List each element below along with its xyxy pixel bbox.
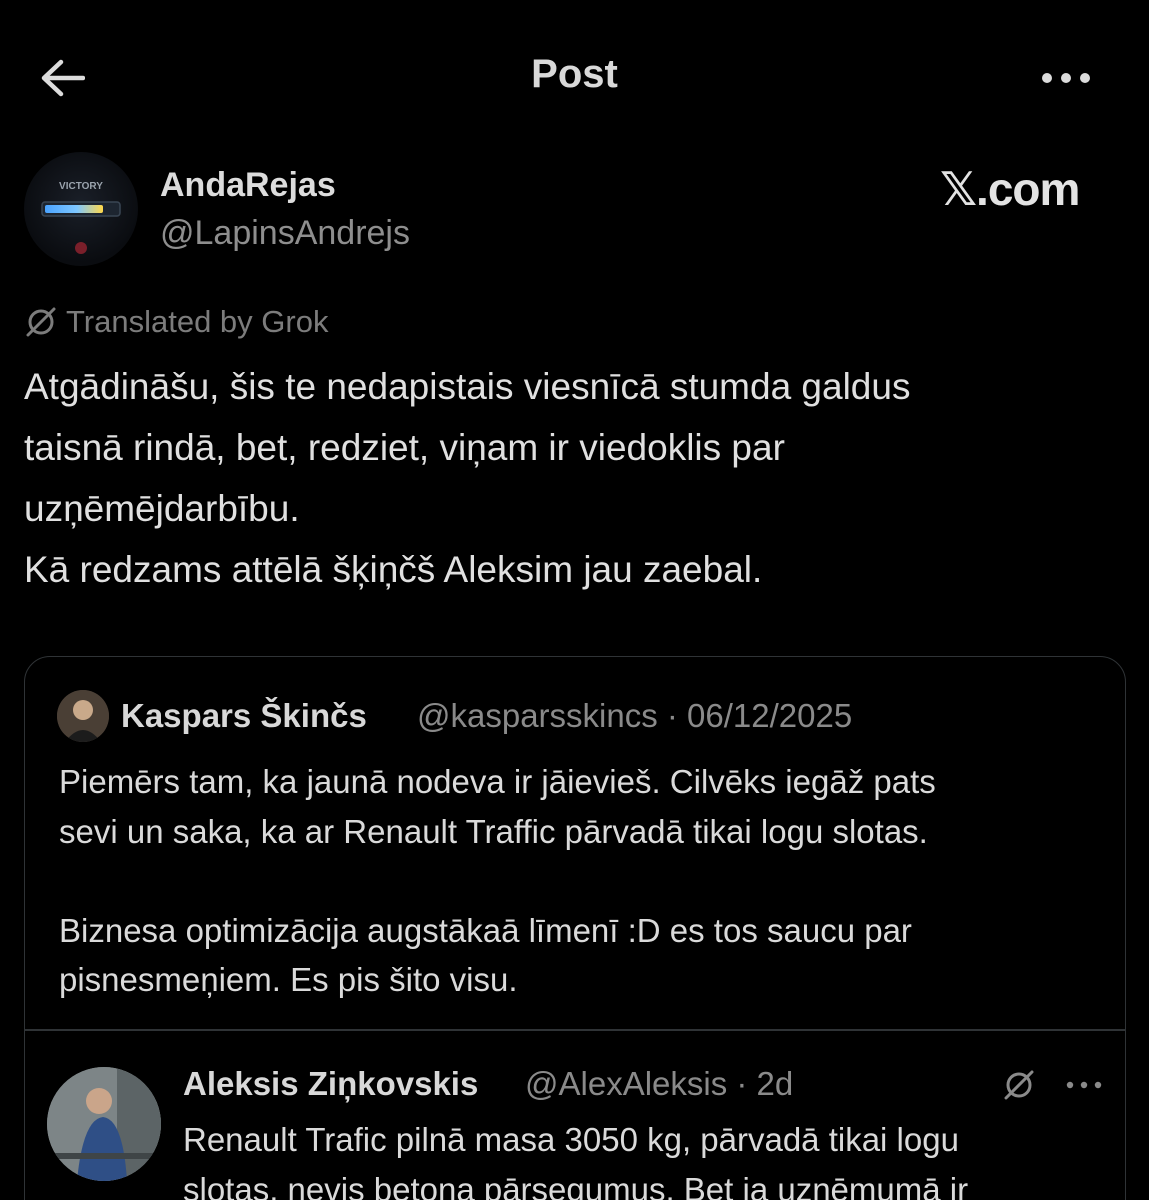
top-bar: Post — [0, 0, 1149, 150]
grok-icon — [26, 307, 56, 337]
nested-line: Renault Trafic pilnā masa 3050 kg, pārva… — [183, 1121, 959, 1158]
post-line: Kā redzams attēlā šķiņčš Aleksim jau zae… — [24, 549, 763, 590]
post-line: uzņēmējdarbību. — [24, 488, 300, 529]
quote-handle-date: @kasparsskincs · 06/12/2025 — [417, 697, 853, 734]
quote-line: Piemērs tam, ka jaunā nodeva ir jāievieš… — [59, 763, 936, 800]
more-options-button[interactable] — [1036, 52, 1096, 104]
author-display-name[interactable]: AndaRejas — [160, 166, 336, 205]
quote-avatar[interactable] — [57, 690, 109, 742]
nested-display-name[interactable]: Aleksis Ziņkovskis — [183, 1065, 478, 1103]
post-line: Atgādināšu, šis te nedapistais viesnīcā … — [24, 366, 911, 407]
quote-line — [59, 856, 1109, 906]
page-title: Post — [531, 52, 618, 96]
nested-text: Renault Trafic pilnā masa 3050 kg, pārva… — [183, 1115, 1113, 1200]
divider — [25, 1029, 1125, 1031]
quoted-post[interactable]: Kaspars Škinčs @kasparsskincs · 06/12/20… — [24, 656, 1126, 1200]
svg-text:VICTORY: VICTORY — [59, 181, 103, 192]
post-line: taisnā rindā, bet, redziet, viņam ir vie… — [24, 427, 785, 468]
nested-avatar[interactable] — [47, 1067, 161, 1181]
nested-more-button[interactable] — [1059, 1065, 1109, 1105]
more-horizontal-icon — [1042, 73, 1090, 83]
quote-display-name[interactable]: Kaspars Škinčs — [121, 697, 367, 735]
quote-line: sevi un saka, ka ar Renault Traffic pārv… — [59, 812, 928, 850]
avatar[interactable]: VICTORY — [24, 152, 138, 266]
nested-line: slotas, nevis betona pārsegumus. Bet ja … — [183, 1171, 969, 1200]
watermark: 𝕏.com — [940, 163, 1080, 215]
quote-line: pisnesmeņiem. Es pis šito visu. — [59, 961, 518, 998]
translated-by-grok[interactable]: Translated by Grok — [24, 302, 328, 342]
grok-icon — [1004, 1070, 1034, 1100]
nested-handle-date: @AlexAleksis · 2d — [525, 1065, 794, 1102]
more-horizontal-icon — [1066, 1081, 1102, 1089]
post-author: VICTORY AndaRejas @LapinsAndrejs 𝕏.com — [22, 150, 1122, 270]
nested-grok-button[interactable] — [997, 1063, 1041, 1107]
quote-text: Piemērs tam, ka jaunā nodeva ir jāievieš… — [59, 757, 1109, 1005]
post-text: Atgādināšu, šis te nedapistais viesnīcā … — [24, 356, 1124, 600]
translation-label: Translated by Grok — [66, 304, 329, 339]
quote-line: Biznesa optimizācija augstākaā līmenī :D… — [59, 911, 912, 949]
author-handle[interactable]: @LapinsAndrejs — [160, 214, 410, 253]
